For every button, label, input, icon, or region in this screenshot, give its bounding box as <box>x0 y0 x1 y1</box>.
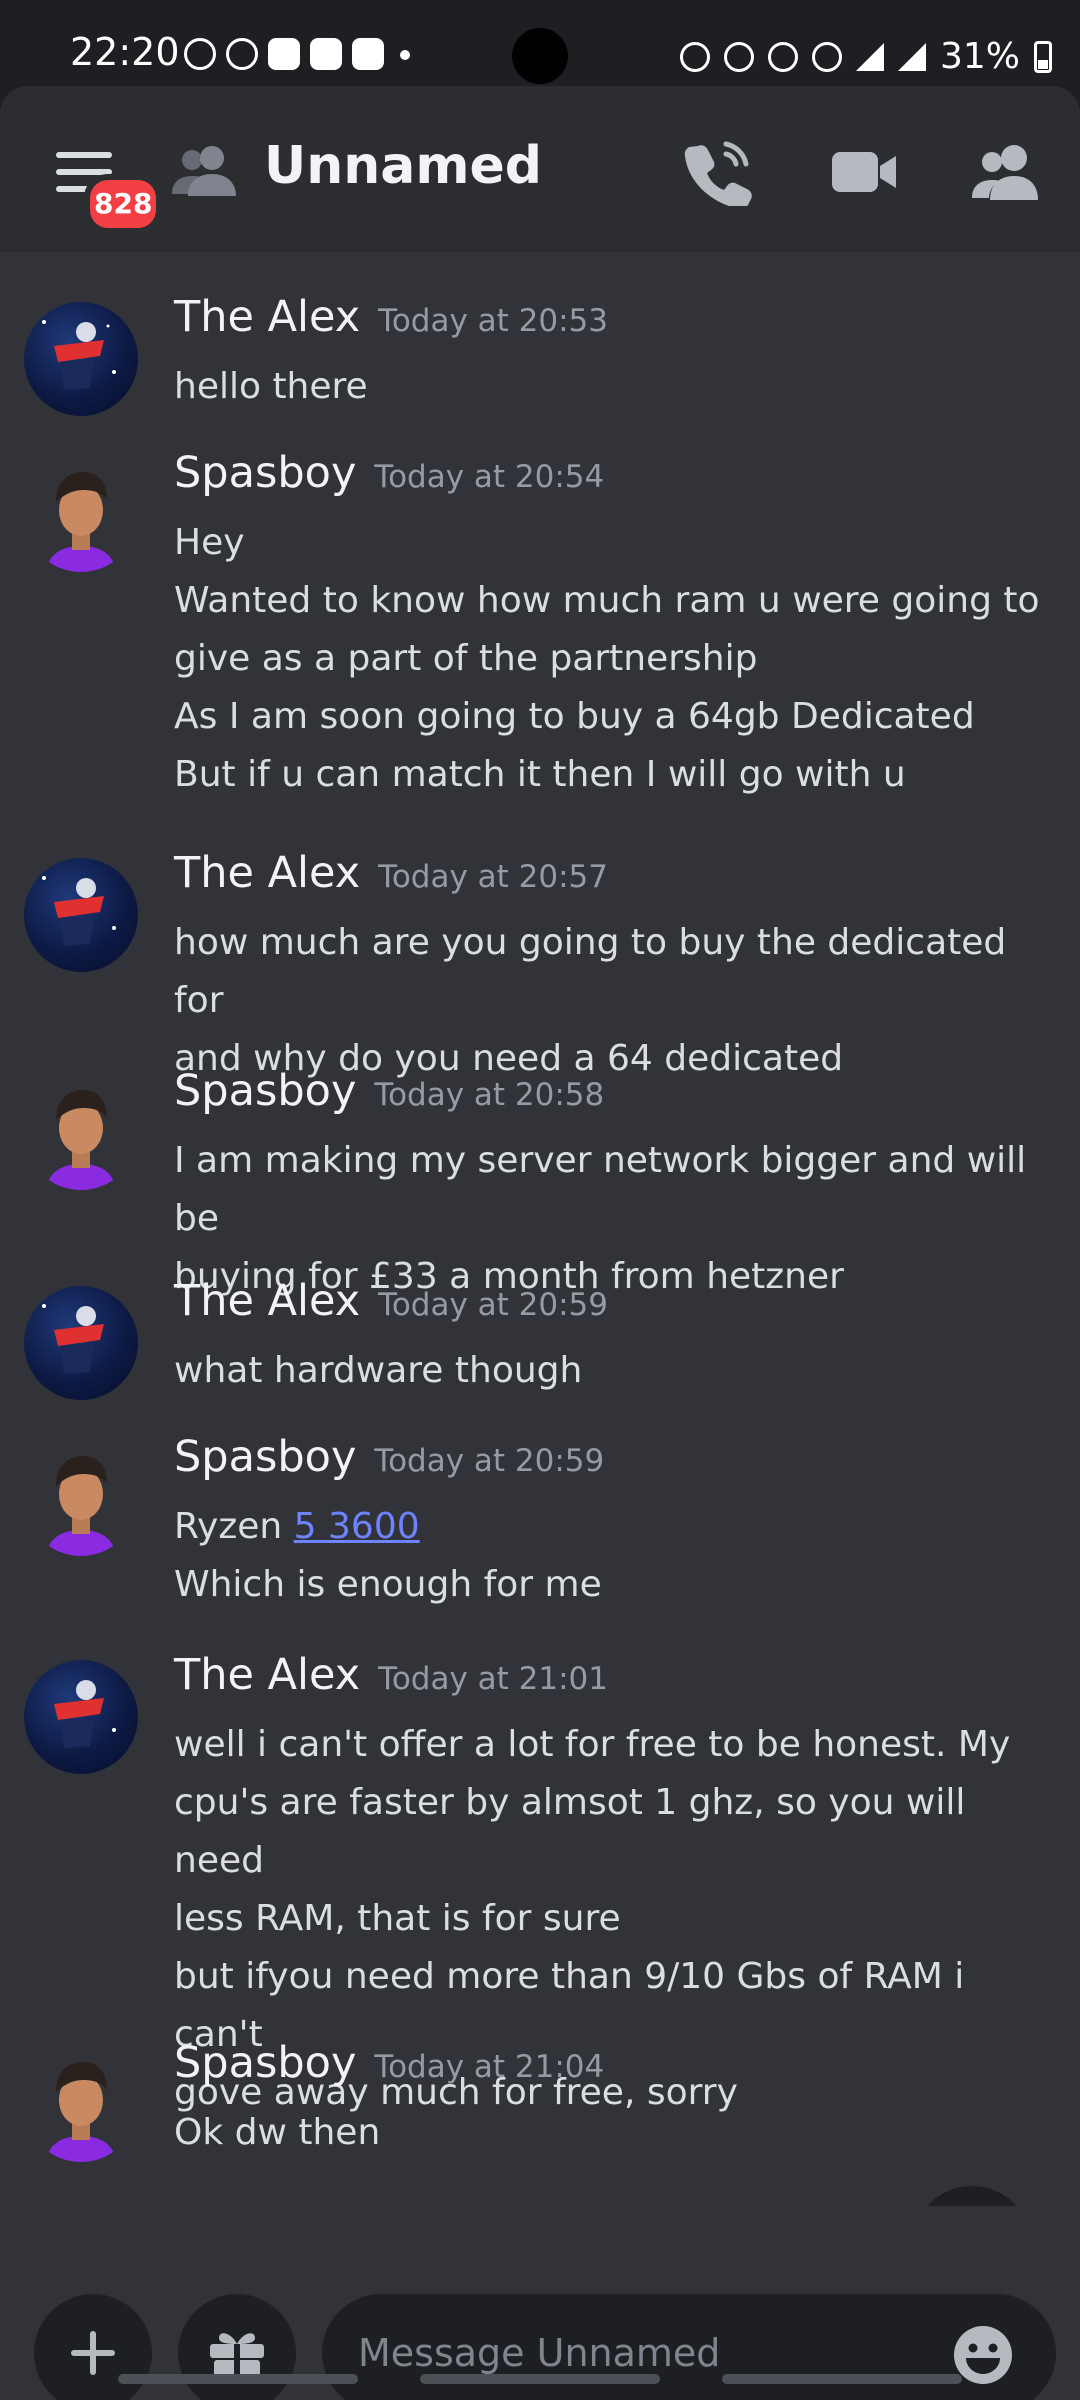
wifi-icon <box>811 41 842 72</box>
author-name[interactable]: Spasboy <box>174 1432 356 1482</box>
timestamp: Today at 20:58 <box>374 1077 605 1113</box>
channel-title: Unnamed <box>264 136 543 196</box>
avatar[interactable] <box>24 1076 138 1190</box>
channel-header: 828 Unnamed <box>0 86 1080 252</box>
author-name[interactable]: Spasboy <box>174 448 356 498</box>
avatar[interactable] <box>24 1660 138 1774</box>
plus-icon <box>71 2331 115 2375</box>
system-icons: 31% <box>679 36 1052 77</box>
do-not-disturb-icon <box>184 38 216 70</box>
message-content: The Alex Today at 20:53 hello there <box>174 292 1054 416</box>
author-name[interactable]: Spasboy <box>174 2038 356 2088</box>
signal-icon <box>897 42 926 71</box>
battery-saver-icon <box>679 41 710 72</box>
timestamp: Today at 20:54 <box>374 459 605 495</box>
mute-icon <box>767 41 798 72</box>
whatsapp-icon <box>226 38 258 70</box>
message-content: The Alex Today at 20:57 how much are you … <box>174 848 1054 1088</box>
message-text: give as a part of the partnership <box>174 638 758 679</box>
avatar[interactable] <box>24 458 138 572</box>
voice-call-icon[interactable] <box>684 138 752 206</box>
message-text: what hardware though <box>174 1350 583 1391</box>
nav-gesture-bar <box>722 2374 962 2384</box>
message-text: well i can't offer a lot for free to be … <box>174 1724 1011 1765</box>
alarm-icon <box>723 41 754 72</box>
attach-button[interactable] <box>34 2294 152 2400</box>
message-text: Ok dw then <box>174 2112 381 2153</box>
status-bar: 22:20 31% <box>0 0 1080 86</box>
battery-percent: 31% <box>939 36 1020 77</box>
message-text: Wanted to know how much ram u were going… <box>174 580 1040 621</box>
more-notifications-icon <box>400 50 410 60</box>
message-text: Hey <box>174 522 245 563</box>
signal-icon <box>855 42 884 71</box>
message-text: cpu's are faster by almsot 1 ghz, so you… <box>174 1782 966 1881</box>
author-name[interactable]: The Alex <box>174 848 360 898</box>
author-name[interactable]: The Alex <box>174 1650 360 1700</box>
message-content: Spasboy Today at 20:59 Ryzen 5 3600 Which… <box>174 1432 1054 1614</box>
nav-gesture-bar <box>118 2374 358 2384</box>
unread-badge: 828 <box>84 174 163 234</box>
snapchat-icon <box>268 38 300 70</box>
avatar[interactable] <box>24 1286 138 1400</box>
message-content: Spasboy Today at 21:04 Ok dw then <box>174 2038 1054 2162</box>
camera-cutout <box>512 28 568 84</box>
message-text: hello there <box>174 366 368 407</box>
chat-panel: 828 Unnamed The Alex Today at 20:53 hell… <box>0 86 1080 2400</box>
friends-icon <box>172 146 236 196</box>
gift-icon <box>210 2333 264 2384</box>
notification-icons <box>184 38 410 70</box>
message-content: Spasboy Today at 20:54 Hey Wanted to know… <box>174 448 1054 804</box>
timestamp: Today at 20:53 <box>378 303 609 339</box>
author-name[interactable]: The Alex <box>174 1276 360 1326</box>
message-text: As I am soon going to buy a 64gb Dedicat… <box>174 696 975 737</box>
avatar[interactable] <box>24 858 138 972</box>
message-content: The Alex Today at 20:59 what hardware tho… <box>174 1276 1054 1400</box>
battery-icon <box>1034 40 1052 73</box>
message-text: less RAM, that is for sure <box>174 1898 621 1939</box>
timestamp: Today at 21:04 <box>374 2049 605 2085</box>
avatar[interactable] <box>24 2048 138 2162</box>
message-input[interactable]: Message Unnamed <box>322 2294 1056 2400</box>
message-text: I am making my server network bigger and… <box>174 1140 1027 1239</box>
discord-icon <box>310 38 342 70</box>
message-text-prefix: Ryzen <box>174 1506 294 1547</box>
timestamp: Today at 20:59 <box>374 1443 605 1479</box>
video-call-icon[interactable] <box>830 138 898 206</box>
message-composer: Message Unnamed <box>0 2206 1080 2400</box>
timestamp: Today at 20:57 <box>378 859 609 895</box>
avatar[interactable] <box>24 1442 138 1556</box>
message-link[interactable]: 5 3600 <box>294 1506 420 1547</box>
author-name[interactable]: The Alex <box>174 292 360 342</box>
message-text: Ryzen 5 3600 <box>174 1498 1054 1556</box>
members-icon[interactable] <box>972 138 1040 206</box>
message-text: But if u can match it then I will go wit… <box>174 754 906 795</box>
nav-gesture-bar <box>420 2374 660 2384</box>
avatar[interactable] <box>24 302 138 416</box>
message-text: how much are you going to buy the dedica… <box>174 922 1007 1021</box>
message-text: Which is enough for me <box>174 1564 602 1605</box>
timestamp: Today at 21:01 <box>378 1661 609 1697</box>
discord-icon <box>352 38 384 70</box>
message-list[interactable]: The Alex Today at 20:53 hello there Spasb… <box>0 252 1080 2306</box>
author-name[interactable]: Spasboy <box>174 1066 356 1116</box>
message-content: Spasboy Today at 20:58 I am making my ser… <box>174 1066 1054 1306</box>
status-time: 22:20 <box>70 30 180 74</box>
timestamp: Today at 20:59 <box>378 1287 609 1323</box>
gift-button[interactable] <box>178 2294 296 2400</box>
